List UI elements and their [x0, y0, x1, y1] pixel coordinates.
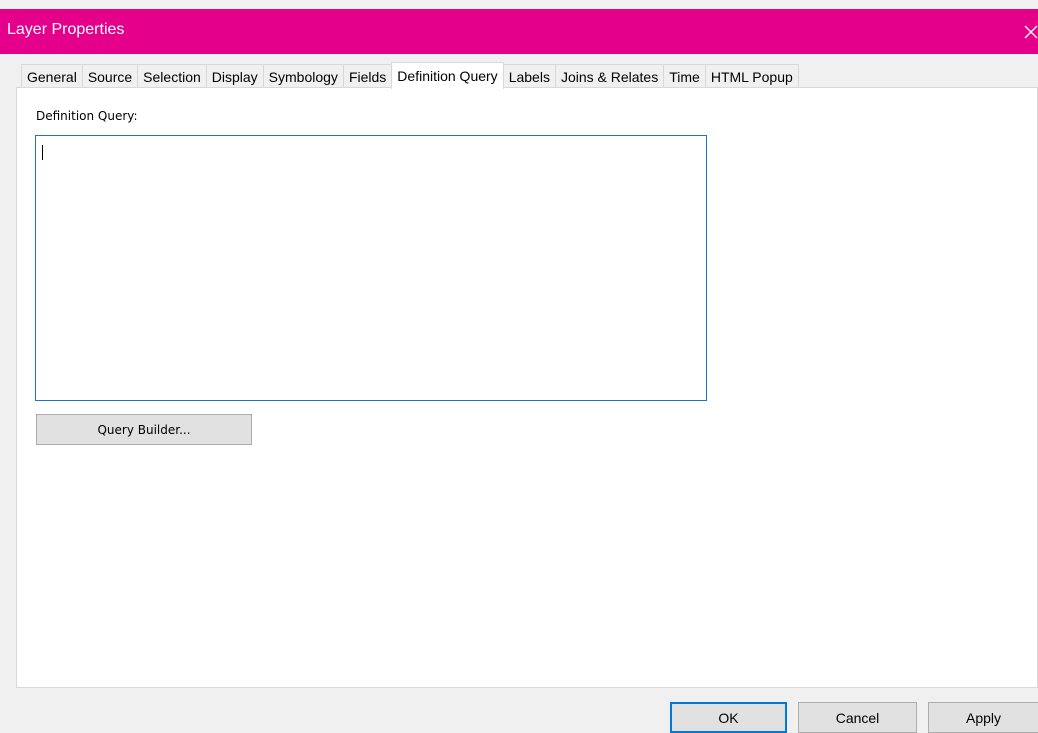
- tab-display[interactable]: Display: [205, 64, 264, 88]
- definition-query-label: Definition Query:: [36, 109, 138, 123]
- tab-selection[interactable]: Selection: [137, 64, 207, 88]
- ok-button[interactable]: OK: [670, 702, 787, 733]
- close-icon: [1024, 25, 1038, 38]
- definition-query-panel: Definition Query: Query Builder...: [16, 87, 1038, 688]
- query-builder-button[interactable]: Query Builder...: [36, 414, 252, 445]
- tab-time[interactable]: Time: [663, 64, 706, 88]
- tab-joins-relates[interactable]: Joins & Relates: [554, 64, 665, 88]
- tab-definition-query[interactable]: Definition Query: [391, 62, 504, 89]
- layer-properties-dialog: Layer Properties General Source Selectio…: [0, 0, 1038, 733]
- window-title: Layer Properties: [7, 21, 125, 38]
- tab-strip: General Source Selection Display Symbolo…: [21, 62, 799, 89]
- cancel-button[interactable]: Cancel: [798, 702, 917, 733]
- title-bar[interactable]: Layer Properties: [0, 9, 1038, 54]
- text-caret: [42, 145, 43, 160]
- tab-general[interactable]: General: [21, 64, 83, 88]
- apply-button[interactable]: Apply: [928, 702, 1038, 733]
- tab-labels[interactable]: Labels: [502, 64, 556, 88]
- tab-fields[interactable]: Fields: [342, 64, 393, 88]
- tab-html-popup[interactable]: HTML Popup: [704, 64, 799, 88]
- tab-symbology[interactable]: Symbology: [262, 64, 344, 88]
- tab-source[interactable]: Source: [81, 64, 139, 88]
- close-button[interactable]: [1014, 9, 1038, 54]
- definition-query-input[interactable]: [35, 135, 707, 401]
